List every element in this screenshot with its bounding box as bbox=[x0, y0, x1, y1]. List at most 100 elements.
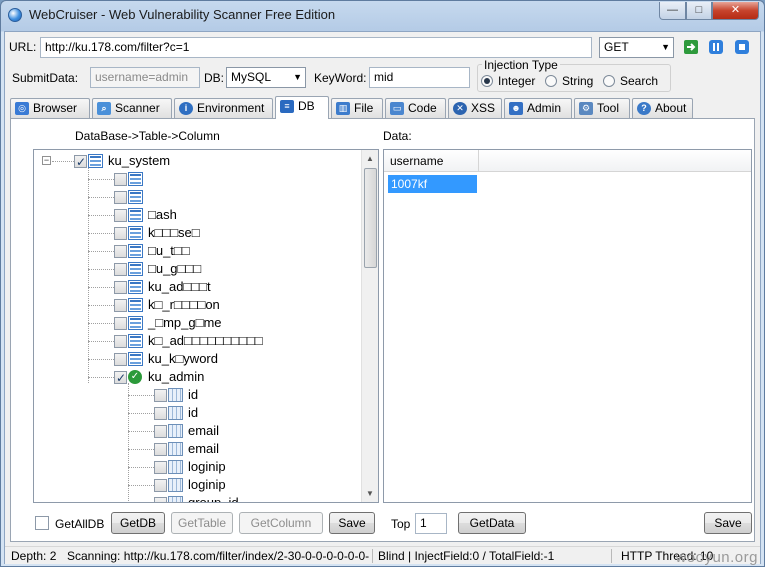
tree-checkbox[interactable] bbox=[154, 407, 167, 420]
tree-node[interactable]: k□□□se□ bbox=[34, 224, 359, 242]
tab-xss[interactable]: ✕ XSS bbox=[448, 98, 502, 118]
scroll-down-icon[interactable]: ▼ bbox=[362, 485, 378, 502]
tree-node-label: _□mp_g□me bbox=[148, 315, 222, 330]
get-all-db-checkbox[interactable] bbox=[35, 516, 49, 530]
db-select[interactable]: MySQL ▼ bbox=[226, 67, 306, 88]
tree-checkbox[interactable] bbox=[114, 209, 127, 222]
column-icon bbox=[168, 496, 183, 502]
tree-checkbox[interactable] bbox=[114, 227, 127, 240]
title-bar[interactable]: WebCruiser - Web Vulnerability Scanner F… bbox=[1, 1, 764, 29]
get-table-button[interactable]: GetTable bbox=[171, 512, 233, 534]
scroll-thumb[interactable] bbox=[364, 168, 377, 268]
tree-node[interactable] bbox=[34, 188, 359, 206]
tree-node[interactable]: □u_t□□ bbox=[34, 242, 359, 260]
info-icon: i bbox=[179, 102, 193, 115]
tree-checkbox[interactable] bbox=[114, 335, 127, 348]
tree-node[interactable]: id bbox=[34, 386, 359, 404]
tree-checkbox[interactable] bbox=[114, 369, 127, 387]
tree-scrollbar[interactable]: ▲ ▼ bbox=[361, 150, 378, 502]
scroll-up-icon[interactable]: ▲ bbox=[362, 150, 378, 167]
radio-search[interactable]: Search bbox=[603, 74, 658, 88]
tree-node[interactable]: □u_g□□□ bbox=[34, 260, 359, 278]
tab-tool[interactable]: ⚙ Tool bbox=[574, 98, 630, 118]
tab-file[interactable]: ▥ File bbox=[331, 98, 383, 118]
tree-checkbox[interactable] bbox=[114, 353, 127, 366]
db-label: DB: bbox=[204, 71, 225, 85]
save-tree-button[interactable]: Save bbox=[329, 512, 375, 534]
tree-checkbox[interactable] bbox=[114, 299, 127, 312]
submit-data-input[interactable]: username=admin bbox=[90, 67, 200, 88]
tab-admin[interactable]: ☻ Admin bbox=[504, 98, 572, 118]
grid-cell[interactable]: 1007kf bbox=[388, 175, 477, 193]
save-data-button[interactable]: Save bbox=[704, 512, 752, 534]
tree-checkbox[interactable] bbox=[114, 173, 127, 186]
tab-code[interactable]: ▭ Code bbox=[385, 98, 446, 118]
tree-checkbox[interactable] bbox=[154, 425, 167, 438]
db-tree[interactable]: − ku_system □ash k□□□se□ □u_t□□ □u_g□□□ ku_ad□… bbox=[33, 149, 379, 503]
tree-checkbox[interactable] bbox=[154, 461, 167, 474]
tree-node[interactable]: □ash bbox=[34, 206, 359, 224]
collapse-icon[interactable]: − bbox=[42, 156, 51, 165]
tree-checkbox[interactable] bbox=[114, 317, 127, 330]
radio-string[interactable]: String bbox=[545, 74, 593, 88]
tree-node[interactable]: loginip bbox=[34, 458, 359, 476]
tab-label: Admin bbox=[527, 101, 562, 115]
tree-node[interactable]: email bbox=[34, 440, 359, 458]
tree-checkbox[interactable] bbox=[154, 497, 167, 502]
tree-node[interactable]: ✓ ku_admin bbox=[34, 368, 359, 387]
file-icon: ▥ bbox=[336, 102, 350, 115]
method-select[interactable]: GET ▼ bbox=[599, 37, 674, 58]
tree-node[interactable]: ku_ad□□□t bbox=[34, 278, 359, 296]
tree-node[interactable]: − ku_system bbox=[34, 152, 359, 171]
top-count-input[interactable]: 1 bbox=[415, 513, 447, 534]
tab-about[interactable]: ? About bbox=[632, 98, 693, 118]
tree-guide bbox=[88, 215, 114, 216]
tree-checkbox[interactable] bbox=[154, 479, 167, 492]
tree-checkbox[interactable] bbox=[154, 443, 167, 456]
tab-browser[interactable]: ◎ Browser bbox=[10, 98, 90, 118]
tree-node[interactable]: k□_ad□□□□□□□□□□ bbox=[34, 332, 359, 350]
table-icon bbox=[128, 298, 143, 312]
radio-string-label: String bbox=[562, 74, 594, 88]
tree-node-label: □u_t□□ bbox=[148, 243, 190, 258]
tree-guide bbox=[88, 197, 114, 198]
go-button[interactable] bbox=[683, 39, 701, 57]
tree-checkbox[interactable] bbox=[114, 263, 127, 276]
keyword-input[interactable]: mid bbox=[369, 67, 470, 88]
tree-caption: DataBase->Table->Column bbox=[75, 129, 220, 143]
maximize-button[interactable]: □ bbox=[686, 2, 712, 20]
tree-checkbox[interactable] bbox=[154, 389, 167, 402]
tab-scanner[interactable]: ⌕ Scanner bbox=[92, 98, 172, 118]
url-input[interactable]: http://ku.178.com/filter?c=1 bbox=[40, 37, 592, 58]
tree-node[interactable]: id bbox=[34, 404, 359, 422]
pause-icon bbox=[709, 40, 723, 54]
tab-db[interactable]: ≡ DB bbox=[275, 96, 329, 119]
pause-button[interactable] bbox=[708, 39, 726, 57]
column-icon bbox=[168, 460, 183, 474]
tree-node[interactable]: email bbox=[34, 422, 359, 440]
radio-integer[interactable]: Integer bbox=[481, 74, 535, 88]
tree-checkbox[interactable] bbox=[74, 153, 87, 171]
stop-button[interactable] bbox=[734, 39, 752, 57]
minimize-button[interactable]: — bbox=[659, 2, 686, 20]
tab-environment[interactable]: i Environment bbox=[174, 98, 273, 118]
tree-checkbox[interactable] bbox=[114, 281, 127, 294]
tree-node-label: id bbox=[188, 387, 199, 402]
get-column-button[interactable]: GetColumn bbox=[239, 512, 323, 534]
get-db-button[interactable]: GetDB bbox=[111, 512, 165, 534]
status-separator bbox=[611, 549, 612, 563]
get-data-button[interactable]: GetData bbox=[458, 512, 526, 534]
tree-node[interactable]: loginip bbox=[34, 476, 359, 494]
tree-checkbox[interactable] bbox=[114, 191, 127, 204]
data-grid[interactable]: username 1007kf bbox=[383, 149, 752, 503]
tree-node-label: k□□□se□ bbox=[148, 225, 200, 240]
close-button[interactable]: ✕ bbox=[712, 2, 759, 20]
tree-node[interactable] bbox=[34, 170, 359, 188]
tab-label: File bbox=[354, 101, 374, 115]
tree-checkbox[interactable] bbox=[114, 245, 127, 258]
grid-column-header[interactable]: username bbox=[384, 150, 479, 172]
tree-node[interactable]: ku_k□yword bbox=[34, 350, 359, 368]
tree-node[interactable]: group_id bbox=[34, 494, 359, 502]
tree-node[interactable]: k□_r□□□□on bbox=[34, 296, 359, 314]
tree-node[interactable]: _□mp_g□me bbox=[34, 314, 359, 332]
